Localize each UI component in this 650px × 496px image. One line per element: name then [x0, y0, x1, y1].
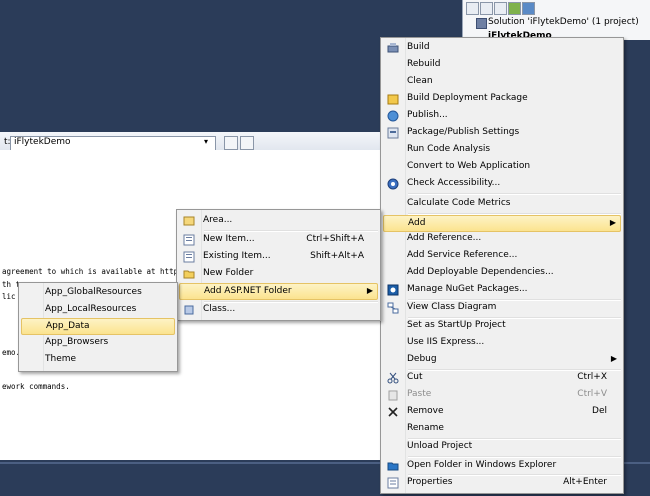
folder-icon [183, 268, 195, 280]
menu-item-area[interactable]: Area... [179, 213, 378, 229]
toolbar-button[interactable] [494, 2, 507, 15]
menu-item-remove[interactable]: Remove Del [383, 404, 621, 420]
toolbar-button[interactable] [480, 2, 493, 15]
menu-item-debug[interactable]: Debug ▶ [383, 352, 621, 368]
menu-item-add-service-reference[interactable]: Add Service Reference... [383, 248, 621, 264]
toolbar-button[interactable] [522, 2, 535, 15]
menu-item-app-globalresources[interactable]: App_GlobalResources [21, 285, 175, 301]
navigation-button[interactable] [224, 136, 238, 150]
solution-explorer-toolbar [466, 2, 546, 15]
toolbar-button[interactable] [466, 2, 479, 15]
new-item-icon [183, 234, 195, 246]
menu-item-new-folder[interactable]: New Folder [179, 266, 378, 282]
nuget-icon [387, 284, 399, 296]
menu-item-rebuild[interactable]: Rebuild [383, 57, 621, 73]
add-submenu: Area... New Item... Ctrl+Shift+A Existin… [176, 209, 381, 321]
navigation-button[interactable] [240, 136, 254, 150]
menu-item-new-item[interactable]: New Item... Ctrl+Shift+A [179, 232, 378, 248]
properties-icon [387, 477, 399, 489]
menu-item-view-class-diagram[interactable]: View Class Diagram [383, 300, 621, 316]
menu-item-properties[interactable]: Properties Alt+Enter [383, 475, 621, 491]
menu-separator [408, 193, 621, 195]
menu-item-app-localresources[interactable]: App_LocalResources [21, 302, 175, 318]
folder-icon [387, 460, 399, 472]
menu-item-convert-web-application[interactable]: Convert to Web Application [383, 159, 621, 175]
menu-item-app-data[interactable]: App_Data [21, 318, 175, 335]
menu-item-cut[interactable]: Cut Ctrl+X [383, 370, 621, 386]
menu-item-add[interactable]: Add ▶ [383, 215, 621, 232]
submenu-arrow-icon: ▶ [609, 218, 616, 227]
menu-item-open-folder[interactable]: Open Folder in Windows Explorer [383, 458, 621, 474]
menu-item-rename[interactable]: Rename [383, 421, 621, 437]
menu-item-set-startup-project[interactable]: Set as StartUp Project [383, 318, 621, 334]
menu-item-build-deployment-package[interactable]: Build Deployment Package [383, 91, 621, 107]
menu-item-add-aspnet-folder[interactable]: Add ASP.NET Folder ▶ [179, 283, 378, 300]
menu-item-package-publish-settings[interactable]: Package/Publish Settings [383, 125, 621, 141]
submenu-arrow-icon: ▶ [610, 354, 617, 363]
menu-item-theme[interactable]: Theme [21, 352, 175, 368]
code-line: lic [2, 292, 16, 301]
menu-item-add-reference[interactable]: Add Reference... [383, 231, 621, 247]
accessibility-icon [387, 178, 399, 190]
menu-item-paste[interactable]: Paste Ctrl+V [383, 387, 621, 403]
aspnet-folder-submenu: App_GlobalResources App_LocalResources A… [18, 282, 178, 372]
settings-icon [387, 127, 399, 139]
menu-item-unload-project[interactable]: Unload Project [383, 439, 621, 455]
solution-node[interactable]: Solution 'iFlytekDemo' (1 project) [488, 17, 639, 27]
code-line: agreement to which is available at http [2, 267, 179, 276]
build-icon [387, 42, 399, 54]
menu-item-app-browsers[interactable]: App_Browsers [21, 335, 175, 351]
chevron-down-icon[interactable]: ▾ [204, 137, 208, 146]
menu-item-class[interactable]: Class... [179, 302, 378, 318]
menu-item-use-iis-express[interactable]: Use IIS Express... [383, 335, 621, 351]
cut-icon [387, 372, 399, 384]
class-icon [183, 304, 195, 316]
menu-item-manage-nuget[interactable]: Manage NuGet Packages... [383, 282, 621, 298]
menu-item-add-deployable-dependencies[interactable]: Add Deployable Dependencies... [383, 265, 621, 281]
menu-item-existing-item[interactable]: Existing Item... Shift+Alt+A [179, 249, 378, 265]
submenu-arrow-icon: ▶ [366, 286, 373, 295]
solution-icon [476, 18, 487, 29]
package-icon [387, 93, 399, 105]
remove-icon [387, 406, 399, 418]
menu-item-run-code-analysis[interactable]: Run Code Analysis [383, 142, 621, 158]
menu-item-publish[interactable]: Publish... [383, 108, 621, 124]
class-diagram-icon [387, 302, 399, 314]
publish-icon [387, 110, 399, 122]
menu-item-check-accessibility[interactable]: Check Accessibility... [383, 176, 621, 192]
project-context-menu: Build Rebuild Clean Build Deployment Pac… [380, 37, 624, 494]
area-icon [183, 215, 195, 227]
menu-item-calculate-code-metrics[interactable]: Calculate Code Metrics [383, 196, 621, 212]
menu-item-build[interactable]: Build [383, 40, 621, 56]
menu-item-clean[interactable]: Clean [383, 74, 621, 90]
paste-icon [387, 389, 399, 401]
code-line: ework commands. [2, 382, 70, 391]
project-combo-value: iFlytekDemo [14, 137, 71, 147]
toolbar-button[interactable] [508, 2, 521, 15]
existing-item-icon [183, 251, 195, 263]
